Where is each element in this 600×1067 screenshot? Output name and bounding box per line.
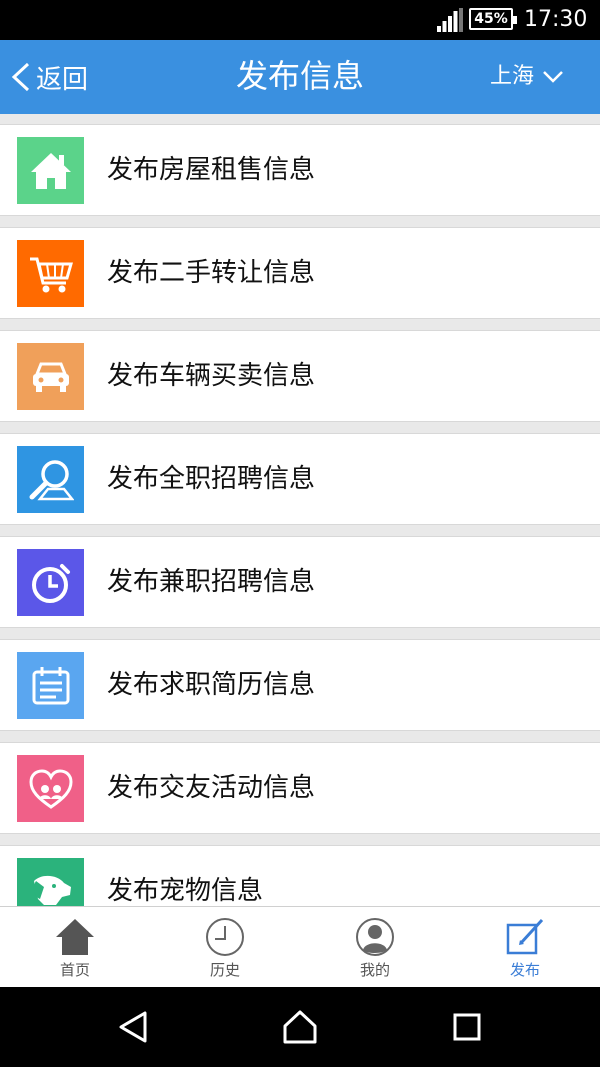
- list-item-parttime-job[interactable]: 发布兼职招聘信息: [0, 536, 600, 628]
- city-selector[interactable]: 上海: [490, 60, 564, 94]
- house-icon: [30, 152, 71, 189]
- calendar-icon: [32, 666, 69, 704]
- cart-icon: [29, 257, 73, 292]
- icon-box: [17, 858, 84, 906]
- status-bar: 45% 17:30: [0, 0, 600, 40]
- icon-box: [17, 446, 84, 513]
- icon-box: [17, 343, 84, 410]
- icon-box: [17, 652, 84, 719]
- tab-label: 历史: [209, 961, 240, 979]
- item-label: 发布房屋租售信息: [107, 155, 316, 185]
- dog-icon: [33, 875, 71, 905]
- icon-box: [17, 755, 84, 822]
- tab-mine[interactable]: 我的: [300, 907, 450, 988]
- back-icon[interactable]: [115, 1009, 151, 1045]
- item-label: 发布车辆买卖信息: [107, 361, 316, 391]
- bottom-tab-bar: 首页 历史 我的 发布: [0, 906, 600, 987]
- app-header: 返回 发布信息 上海: [0, 40, 600, 114]
- tab-publish[interactable]: 发布: [450, 907, 600, 988]
- edit-icon: [506, 918, 544, 955]
- stopwatch-icon: [31, 563, 70, 603]
- icon-box: [17, 137, 84, 204]
- city-label: 上海: [490, 64, 535, 89]
- clock-icon: [206, 918, 244, 956]
- item-label: 发布交友活动信息: [107, 773, 316, 803]
- tab-label: 首页: [59, 961, 90, 979]
- recents-icon[interactable]: [449, 1009, 485, 1045]
- battery-level: 45%: [474, 11, 508, 27]
- icon-box: [17, 549, 84, 616]
- clock-time: 17:30: [524, 7, 588, 32]
- list-item-fulltime-job[interactable]: 发布全职招聘信息: [0, 433, 600, 525]
- list-item-secondhand[interactable]: 发布二手转让信息: [0, 227, 600, 319]
- tab-label: 我的: [359, 961, 390, 979]
- icon-box: [17, 240, 84, 307]
- publish-category-list: 发布房屋租售信息 发布二手转让信息 发布车辆买卖信息 发布全职招聘信息 发布兼职…: [0, 114, 600, 906]
- heart-couple-icon: [28, 768, 73, 809]
- home-icon: [56, 919, 94, 955]
- list-item-dating[interactable]: 发布交友活动信息: [0, 742, 600, 834]
- list-item-resume[interactable]: 发布求职简历信息: [0, 639, 600, 731]
- item-label: 发布全职招聘信息: [107, 464, 316, 494]
- tab-label: 发布: [509, 961, 540, 979]
- list-item-vehicle[interactable]: 发布车辆买卖信息: [0, 330, 600, 422]
- item-label: 发布二手转让信息: [107, 258, 316, 288]
- system-nav-bar: [0, 987, 600, 1067]
- item-label: 发布求职简历信息: [107, 670, 316, 700]
- car-icon: [32, 362, 69, 392]
- chevron-down-icon: [543, 71, 563, 83]
- tab-history[interactable]: 历史: [150, 907, 300, 988]
- signal-icon: [437, 8, 463, 32]
- list-item-pet[interactable]: 发布宠物信息: [0, 845, 600, 906]
- magnifier-icon: [29, 459, 74, 500]
- home-icon[interactable]: [282, 1009, 318, 1045]
- list-item-house[interactable]: 发布房屋租售信息: [0, 124, 600, 216]
- user-icon: [356, 918, 394, 956]
- item-label: 发布宠物信息: [107, 876, 264, 906]
- tab-home[interactable]: 首页: [0, 907, 150, 988]
- battery-icon: 45%: [469, 8, 517, 30]
- item-label: 发布兼职招聘信息: [107, 567, 316, 597]
